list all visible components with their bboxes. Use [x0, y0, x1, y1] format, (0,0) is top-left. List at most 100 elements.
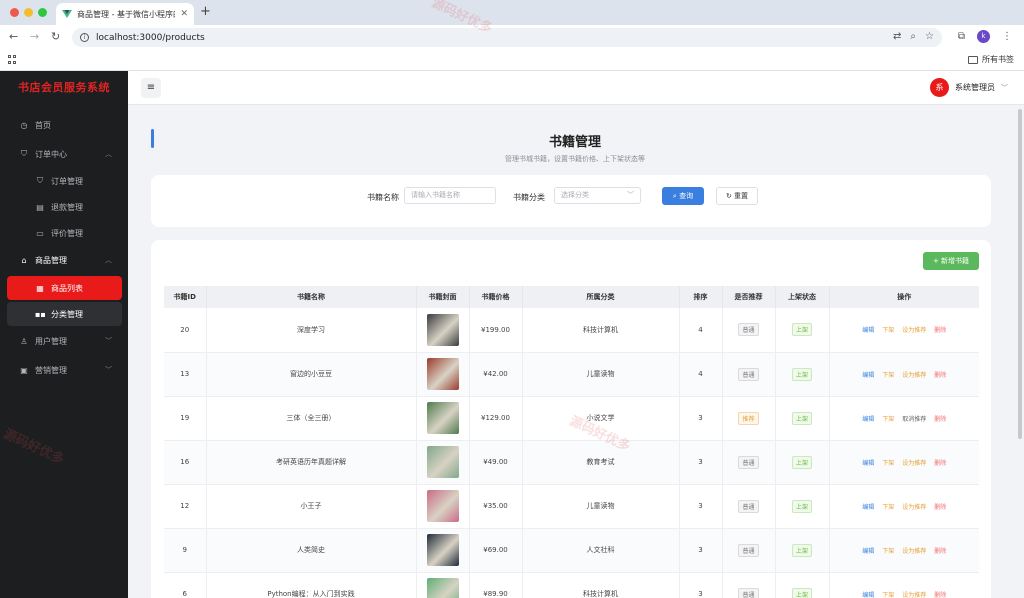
- user-menu[interactable]: 系 系统管理员 ﹀: [930, 78, 1008, 97]
- recommend-toggle-link[interactable]: 设为推荐: [902, 370, 926, 379]
- zoom-icon[interactable]: ⌕: [910, 31, 916, 42]
- sidebar-item-order-management[interactable]: ⛉ 订单管理: [0, 169, 128, 193]
- site-info-icon[interactable]: i: [80, 33, 89, 42]
- column-header[interactable]: 书籍封面: [416, 286, 470, 308]
- recommend-toggle-link[interactable]: 设为推荐: [902, 546, 926, 555]
- book-name-label: 书籍名称: [367, 193, 399, 202]
- recommend-toggle-link[interactable]: 设为推荐: [902, 502, 926, 511]
- sidebar-item-marketing-management[interactable]: ▣ 营销管理 ﹀: [0, 358, 128, 382]
- book-price-cell: ¥42.00: [469, 352, 523, 397]
- back-arrow-icon[interactable]: ←: [9, 30, 18, 44]
- reload-icon[interactable]: ↻: [51, 30, 60, 44]
- edit-link[interactable]: 编辑: [862, 458, 874, 467]
- sidebar-item-label: 用户管理: [35, 336, 67, 346]
- url-field[interactable]: i localhost:3000/products ⇄ ⌕ ☆: [72, 28, 942, 47]
- vue-logo-icon: [62, 10, 72, 18]
- sidebar-item-product-management[interactable]: ⌂ 商品管理 ︿: [0, 248, 128, 272]
- forward-arrow-icon[interactable]: →: [30, 30, 39, 44]
- book-name-input[interactable]: 请输入书籍名称: [404, 187, 496, 204]
- profile-avatar[interactable]: k: [977, 30, 990, 43]
- maximize-window-button[interactable]: [38, 8, 47, 17]
- sidebar-item-home[interactable]: ◷ 首页: [0, 113, 128, 137]
- unlist-link[interactable]: 下架: [882, 414, 894, 423]
- new-tab-button[interactable]: +: [200, 5, 211, 19]
- delete-link[interactable]: 删除: [934, 414, 946, 423]
- book-cover-image[interactable]: [426, 446, 459, 478]
- unlist-link[interactable]: 下架: [882, 325, 894, 334]
- browser-tab[interactable]: 商品管理 - 基于微信小程序的书 ✕: [56, 3, 194, 25]
- status-cell: 上架: [775, 308, 830, 353]
- sidebar-item-user-management[interactable]: ♙ 用户管理 ﹀: [0, 329, 128, 353]
- recommend-cell: 推荐: [722, 396, 776, 441]
- recommend-toggle-link[interactable]: 设为推荐: [902, 325, 926, 334]
- book-cover-image[interactable]: [426, 534, 459, 566]
- sidebar-item-refund-management[interactable]: ▤ 退款管理: [0, 195, 128, 219]
- column-header[interactable]: 所属分类: [522, 286, 680, 308]
- cart-icon: ⛉: [21, 149, 27, 158]
- column-header[interactable]: 操作: [829, 286, 979, 308]
- edit-link[interactable]: 编辑: [862, 502, 874, 511]
- unlist-link[interactable]: 下架: [882, 546, 894, 555]
- book-cover-image[interactable]: [426, 490, 459, 522]
- delete-link[interactable]: 删除: [934, 370, 946, 379]
- book-cover-image[interactable]: [426, 358, 459, 390]
- book-cover-image[interactable]: [426, 313, 459, 346]
- recommend-toggle-link[interactable]: 设为推荐: [902, 458, 926, 467]
- unlist-link[interactable]: 下架: [882, 590, 894, 598]
- column-header[interactable]: 上架状态: [775, 286, 830, 308]
- book-category-select[interactable]: 选择分类 ﹀: [554, 187, 641, 204]
- close-window-button[interactable]: [10, 8, 19, 17]
- list-icon: ▦: [36, 283, 44, 293]
- menu-toggle-icon[interactable]: ≡: [141, 78, 161, 98]
- app-header: ≡ 系 系统管理员 ﹀: [128, 71, 1024, 105]
- recommend-cell: 普通: [722, 484, 776, 529]
- book-category-label: 书籍分类: [513, 193, 545, 202]
- minimize-window-button[interactable]: [24, 8, 33, 17]
- bookmark-star-icon[interactable]: ☆: [925, 31, 934, 42]
- all-bookmarks-button[interactable]: 所有书签: [968, 54, 1014, 65]
- column-header[interactable]: 书籍价格: [469, 286, 523, 308]
- scrollbar-thumb[interactable]: [1018, 109, 1022, 439]
- delete-link[interactable]: 删除: [934, 590, 946, 598]
- delete-link[interactable]: 删除: [934, 502, 946, 511]
- book-cover-image[interactable]: [426, 578, 459, 598]
- recommend-badge: 普通: [738, 367, 759, 381]
- column-header[interactable]: 书籍名称: [206, 286, 417, 308]
- address-bar-row: ← → ↻ i localhost:3000/products ⇄ ⌕ ☆ ⧉ …: [0, 25, 1024, 50]
- book-name-cell: 窗边的小豆豆: [206, 352, 417, 397]
- query-button[interactable]: ⌕ 查询: [662, 187, 704, 205]
- browser-menu-icon[interactable]: ⋮: [1002, 31, 1012, 42]
- recommend-toggle-link[interactable]: 设为推荐: [902, 590, 926, 598]
- apps-grid-icon[interactable]: [8, 55, 17, 64]
- unlist-link[interactable]: 下架: [882, 458, 894, 467]
- edit-link[interactable]: 编辑: [862, 370, 874, 379]
- recommend-toggle-link[interactable]: 取消推荐: [902, 414, 926, 423]
- delete-link[interactable]: 删除: [934, 546, 946, 555]
- edit-link[interactable]: 编辑: [862, 325, 874, 334]
- column-header[interactable]: 排序: [679, 286, 723, 308]
- sidebar-item-product-list[interactable]: ▦ 商品列表: [7, 276, 122, 300]
- edit-link[interactable]: 编辑: [862, 546, 874, 555]
- book-price-cell: ¥199.00: [469, 308, 523, 353]
- edit-link[interactable]: 编辑: [862, 414, 874, 423]
- delete-link[interactable]: 删除: [934, 325, 946, 334]
- book-sort-cell: 3: [679, 484, 723, 529]
- chevron-up-icon: ︿: [105, 256, 112, 264]
- sidebar-item-category-management[interactable]: ▪▪ 分类管理: [7, 302, 122, 326]
- column-header[interactable]: 是否推荐: [722, 286, 776, 308]
- tab-close-icon[interactable]: ✕: [180, 9, 188, 19]
- sidebar-item-review-management[interactable]: ▭ 评价管理: [0, 221, 128, 245]
- column-header[interactable]: 书籍ID: [164, 286, 207, 308]
- delete-link[interactable]: 删除: [934, 458, 946, 467]
- edit-link[interactable]: 编辑: [862, 590, 874, 598]
- sidebar-item-order-center[interactable]: ⛉ 订单中心 ︿: [0, 142, 128, 166]
- book-cover-image[interactable]: [426, 402, 459, 434]
- add-book-button[interactable]: + 新增书籍: [923, 252, 979, 270]
- translate-icon[interactable]: ⇄: [893, 31, 901, 42]
- unlist-link[interactable]: 下架: [882, 502, 894, 511]
- unlist-link[interactable]: 下架: [882, 370, 894, 379]
- page-scrollbar[interactable]: [1016, 105, 1024, 598]
- reset-button[interactable]: ↻ 重置: [716, 187, 758, 205]
- all-bookmarks-label: 所有书签: [982, 55, 1014, 64]
- extensions-icon[interactable]: ⧉: [958, 31, 965, 42]
